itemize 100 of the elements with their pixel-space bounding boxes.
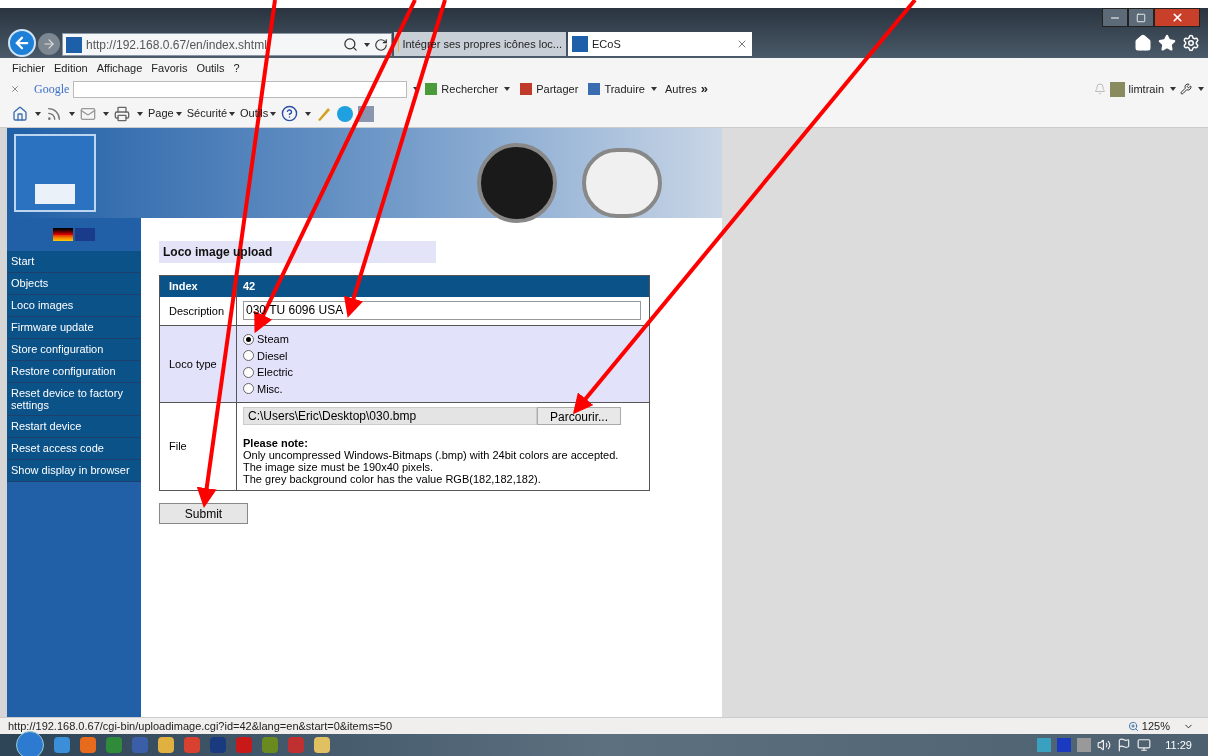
table-header-cell: Index <box>159 275 237 297</box>
speaker-icon[interactable] <box>1097 738 1112 752</box>
zoom-level[interactable]: 125% <box>1141 717 1170 735</box>
german-flag-icon[interactable] <box>53 228 73 241</box>
google-logo: Google <box>34 81 70 98</box>
more-button[interactable]: Autres <box>664 80 697 98</box>
google-search-field[interactable] <box>73 80 408 98</box>
command-menu[interactable]: Page <box>148 105 174 122</box>
caret-icon <box>270 111 277 116</box>
sidebar-item[interactable]: Store configuration <box>7 339 141 361</box>
menu-item[interactable]: Favoris <box>151 59 188 77</box>
menu-item[interactable]: Outils <box>196 59 225 77</box>
address-url: http://192.168.0.67/en/index.shtml <box>86 36 268 54</box>
site-favicon-icon <box>572 36 588 52</box>
network-icon[interactable] <box>1137 738 1152 752</box>
more-glyph: » <box>700 80 708 99</box>
file-path-field[interactable]: C:\Users\Eric\Desktop\030.bmp <box>243 407 537 425</box>
sidebar-item[interactable]: Reset access code <box>7 438 141 460</box>
sidebar-item[interactable]: Restart device <box>7 416 141 438</box>
note-title: Please note: <box>243 437 309 449</box>
minimize-button[interactable] <box>1102 8 1128 27</box>
rss-icon[interactable] <box>46 105 62 122</box>
radio-button[interactable] <box>243 333 254 345</box>
note-text: Only uncompressed Windows-Bitmaps (.bmp) with 24bit colors are accepted. <box>243 449 620 461</box>
row-label: File <box>159 402 237 491</box>
clock-text[interactable]: 11:29 <box>1165 736 1192 754</box>
wrench-icon[interactable] <box>1180 83 1192 95</box>
mail-icon[interactable] <box>80 105 96 122</box>
favorites-icon[interactable] <box>1158 34 1176 52</box>
translate-button[interactable]: Traduire <box>604 80 645 98</box>
note-text: The grey background color has the value RGB(182,182,182). <box>243 473 542 485</box>
tab-title: ECoS <box>592 36 622 52</box>
skype-icon[interactable] <box>337 105 354 122</box>
search-icon[interactable] <box>343 37 358 52</box>
caret-icon <box>175 111 182 116</box>
menu-item[interactable]: Edition <box>54 59 88 77</box>
forward-arrow-icon <box>42 37 56 51</box>
caret-icon <box>229 111 236 116</box>
browser-tab[interactable]: ECoS <box>568 32 752 56</box>
radio-option[interactable]: Misc. <box>243 380 283 397</box>
close-icon <box>1170 11 1184 24</box>
caret-icon <box>650 87 657 91</box>
command-menu[interactable]: Sécurité <box>186 105 228 122</box>
submit-button[interactable]: Submit <box>159 503 248 524</box>
zoom-icon <box>1127 720 1139 732</box>
sidebar-item[interactable]: Reset device to factory settings <box>7 383 141 416</box>
caret-icon <box>69 111 75 116</box>
tray-icon[interactable] <box>1077 738 1092 752</box>
printer-icon[interactable] <box>114 105 130 122</box>
translate-icon <box>588 83 601 95</box>
back-button[interactable] <box>8 29 36 57</box>
sidebar-item[interactable]: Firmware update <box>7 317 141 339</box>
flag-icon[interactable] <box>1117 738 1132 752</box>
refresh-icon[interactable] <box>374 37 388 52</box>
address-bar[interactable]: http://192.168.0.67/en/index.shtml <box>62 33 392 56</box>
caret-icon <box>35 111 41 116</box>
user-avatar-icon <box>1109 81 1125 97</box>
menu-item[interactable]: Affichage <box>96 59 143 77</box>
close-icon[interactable] <box>10 84 20 94</box>
sidebar-item[interactable]: Objects <box>7 273 141 295</box>
radio-button[interactable] <box>243 383 254 395</box>
sidebar-item[interactable]: Loco images <box>7 295 141 317</box>
help-icon[interactable] <box>281 105 299 122</box>
caret-icon <box>364 42 370 47</box>
maximize-button[interactable] <box>1128 8 1154 27</box>
row-label: Description <box>159 296 237 326</box>
taskbar-app-icon[interactable] <box>314 737 330 753</box>
search-button[interactable]: Rechercher <box>441 80 499 98</box>
share-icon <box>520 83 533 95</box>
taskbar-app-icon[interactable] <box>158 737 174 753</box>
start-button[interactable] <box>16 731 44 756</box>
radio-option[interactable]: Steam <box>243 331 289 348</box>
maximize-icon <box>1136 12 1146 23</box>
close-button[interactable] <box>1154 8 1200 27</box>
home-icon[interactable] <box>12 105 28 122</box>
close-tab-icon[interactable] <box>736 38 748 50</box>
browse-button[interactable]: Parcourir... <box>537 407 621 425</box>
note-text: The image size must be 190x40 pixels. <box>243 461 435 473</box>
menu-item[interactable]: ? <box>233 59 240 77</box>
radio-button[interactable] <box>243 350 254 362</box>
sidebar-item[interactable]: Restore configuration <box>7 361 141 383</box>
site-favicon-icon <box>66 36 82 53</box>
sidebar-item[interactable]: Start <box>7 251 141 273</box>
forward-button[interactable] <box>38 33 60 55</box>
share-button[interactable]: Partager <box>536 80 579 98</box>
settings-icon[interactable] <box>1182 34 1200 52</box>
user-menu[interactable]: limtrain <box>1128 80 1164 98</box>
radio-button[interactable] <box>243 366 254 378</box>
radio-option[interactable]: Electric <box>243 364 294 381</box>
caret-icon <box>504 87 511 91</box>
caret-icon <box>103 111 109 116</box>
taskbar-app-icon[interactable] <box>80 737 96 753</box>
sidebar-item[interactable]: Show display in browser <box>7 460 141 482</box>
caret-icon <box>137 111 143 116</box>
table-header-cell: 42 <box>236 275 650 297</box>
caret-icon <box>1170 87 1176 91</box>
status-url: http://192.168.0.67/cgi-bin/uploadimage.cgi?id=42&lang=en&start=0&items=50 <box>8 718 393 734</box>
radio-option[interactable]: Diesel <box>243 347 288 364</box>
google-icon <box>425 83 438 95</box>
menu-item[interactable]: Fichier <box>12 59 45 77</box>
